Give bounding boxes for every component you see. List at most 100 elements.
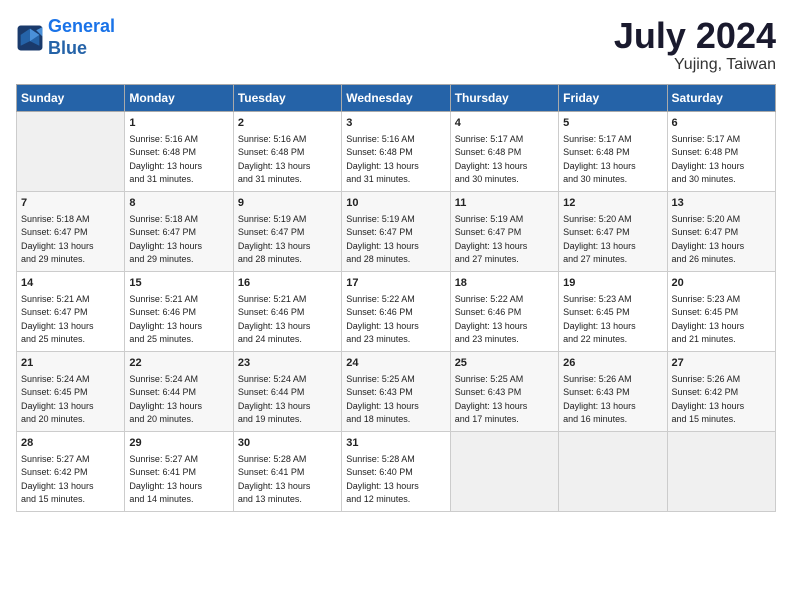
- calendar-table: SundayMondayTuesdayWednesdayThursdayFrid…: [16, 84, 776, 512]
- day-number: 27: [672, 356, 771, 371]
- title-block: July 2024 Yujing, Taiwan: [614, 16, 776, 74]
- calendar-cell: 20 Sunrise: 5:23 AMSunset: 6:45 PMDaylig…: [667, 271, 775, 351]
- calendar-week-row: 7 Sunrise: 5:18 AMSunset: 6:47 PMDayligh…: [17, 191, 776, 271]
- weekday-header-friday: Friday: [559, 84, 667, 111]
- day-info: Sunrise: 5:24 AMSunset: 6:45 PMDaylight:…: [21, 374, 94, 424]
- day-info: Sunrise: 5:26 AMSunset: 6:43 PMDaylight:…: [563, 374, 636, 424]
- day-info: Sunrise: 5:23 AMSunset: 6:45 PMDaylight:…: [672, 294, 745, 344]
- calendar-cell: 9 Sunrise: 5:19 AMSunset: 6:47 PMDayligh…: [233, 191, 341, 271]
- calendar-cell: 1 Sunrise: 5:16 AMSunset: 6:48 PMDayligh…: [125, 111, 233, 191]
- day-number: 23: [238, 356, 337, 371]
- day-number: 13: [672, 196, 771, 211]
- weekday-header-sunday: Sunday: [17, 84, 125, 111]
- day-info: Sunrise: 5:23 AMSunset: 6:45 PMDaylight:…: [563, 294, 636, 344]
- day-number: 19: [563, 276, 662, 291]
- day-info: Sunrise: 5:21 AMSunset: 6:47 PMDaylight:…: [21, 294, 94, 344]
- day-number: 14: [21, 276, 120, 291]
- weekday-header-wednesday: Wednesday: [342, 84, 450, 111]
- calendar-cell: 23 Sunrise: 5:24 AMSunset: 6:44 PMDaylig…: [233, 351, 341, 431]
- day-info: Sunrise: 5:19 AMSunset: 6:47 PMDaylight:…: [238, 214, 311, 264]
- day-number: 8: [129, 196, 228, 211]
- calendar-cell: 31 Sunrise: 5:28 AMSunset: 6:40 PMDaylig…: [342, 431, 450, 511]
- day-number: 26: [563, 356, 662, 371]
- day-number: 21: [21, 356, 120, 371]
- calendar-cell: 10 Sunrise: 5:19 AMSunset: 6:47 PMDaylig…: [342, 191, 450, 271]
- day-info: Sunrise: 5:18 AMSunset: 6:47 PMDaylight:…: [129, 214, 202, 264]
- day-number: 2: [238, 116, 337, 131]
- day-info: Sunrise: 5:22 AMSunset: 6:46 PMDaylight:…: [346, 294, 419, 344]
- location-subtitle: Yujing, Taiwan: [614, 56, 776, 74]
- day-number: 29: [129, 436, 228, 451]
- day-number: 30: [238, 436, 337, 451]
- calendar-cell: 2 Sunrise: 5:16 AMSunset: 6:48 PMDayligh…: [233, 111, 341, 191]
- day-info: Sunrise: 5:28 AMSunset: 6:41 PMDaylight:…: [238, 454, 311, 504]
- day-info: Sunrise: 5:25 AMSunset: 6:43 PMDaylight:…: [455, 374, 528, 424]
- calendar-cell: 7 Sunrise: 5:18 AMSunset: 6:47 PMDayligh…: [17, 191, 125, 271]
- day-info: Sunrise: 5:19 AMSunset: 6:47 PMDaylight:…: [455, 214, 528, 264]
- day-number: 15: [129, 276, 228, 291]
- logo-blue: Blue: [48, 38, 87, 58]
- day-info: Sunrise: 5:20 AMSunset: 6:47 PMDaylight:…: [563, 214, 636, 264]
- day-number: 1: [129, 116, 228, 131]
- day-number: 5: [563, 116, 662, 131]
- month-year-title: July 2024: [614, 16, 776, 56]
- page-header: General Blue July 2024 Yujing, Taiwan: [16, 16, 776, 74]
- day-number: 9: [238, 196, 337, 211]
- day-number: 12: [563, 196, 662, 211]
- day-info: Sunrise: 5:25 AMSunset: 6:43 PMDaylight:…: [346, 374, 419, 424]
- calendar-cell: 27 Sunrise: 5:26 AMSunset: 6:42 PMDaylig…: [667, 351, 775, 431]
- day-info: Sunrise: 5:22 AMSunset: 6:46 PMDaylight:…: [455, 294, 528, 344]
- day-info: Sunrise: 5:27 AMSunset: 6:42 PMDaylight:…: [21, 454, 94, 504]
- day-number: 3: [346, 116, 445, 131]
- day-number: 28: [21, 436, 120, 451]
- calendar-cell: [17, 111, 125, 191]
- day-number: 22: [129, 356, 228, 371]
- day-number: 10: [346, 196, 445, 211]
- day-info: Sunrise: 5:18 AMSunset: 6:47 PMDaylight:…: [21, 214, 94, 264]
- day-number: 18: [455, 276, 554, 291]
- calendar-header-row: SundayMondayTuesdayWednesdayThursdayFrid…: [17, 84, 776, 111]
- weekday-header-thursday: Thursday: [450, 84, 558, 111]
- calendar-cell: [450, 431, 558, 511]
- day-info: Sunrise: 5:16 AMSunset: 6:48 PMDaylight:…: [346, 134, 419, 184]
- calendar-cell: 16 Sunrise: 5:21 AMSunset: 6:46 PMDaylig…: [233, 271, 341, 351]
- day-number: 31: [346, 436, 445, 451]
- day-info: Sunrise: 5:24 AMSunset: 6:44 PMDaylight:…: [238, 374, 311, 424]
- calendar-cell: [559, 431, 667, 511]
- day-info: Sunrise: 5:21 AMSunset: 6:46 PMDaylight:…: [129, 294, 202, 344]
- calendar-week-row: 1 Sunrise: 5:16 AMSunset: 6:48 PMDayligh…: [17, 111, 776, 191]
- calendar-cell: 4 Sunrise: 5:17 AMSunset: 6:48 PMDayligh…: [450, 111, 558, 191]
- calendar-cell: 13 Sunrise: 5:20 AMSunset: 6:47 PMDaylig…: [667, 191, 775, 271]
- weekday-header-tuesday: Tuesday: [233, 84, 341, 111]
- day-number: 6: [672, 116, 771, 131]
- calendar-cell: 22 Sunrise: 5:24 AMSunset: 6:44 PMDaylig…: [125, 351, 233, 431]
- calendar-cell: 19 Sunrise: 5:23 AMSunset: 6:45 PMDaylig…: [559, 271, 667, 351]
- calendar-cell: 3 Sunrise: 5:16 AMSunset: 6:48 PMDayligh…: [342, 111, 450, 191]
- day-number: 7: [21, 196, 120, 211]
- weekday-header-monday: Monday: [125, 84, 233, 111]
- day-number: 17: [346, 276, 445, 291]
- day-number: 20: [672, 276, 771, 291]
- logo-general: General: [48, 16, 115, 36]
- day-number: 25: [455, 356, 554, 371]
- calendar-cell: 26 Sunrise: 5:26 AMSunset: 6:43 PMDaylig…: [559, 351, 667, 431]
- calendar-week-row: 28 Sunrise: 5:27 AMSunset: 6:42 PMDaylig…: [17, 431, 776, 511]
- day-info: Sunrise: 5:24 AMSunset: 6:44 PMDaylight:…: [129, 374, 202, 424]
- calendar-week-row: 21 Sunrise: 5:24 AMSunset: 6:45 PMDaylig…: [17, 351, 776, 431]
- calendar-cell: 30 Sunrise: 5:28 AMSunset: 6:41 PMDaylig…: [233, 431, 341, 511]
- calendar-body: 1 Sunrise: 5:16 AMSunset: 6:48 PMDayligh…: [17, 111, 776, 511]
- day-info: Sunrise: 5:17 AMSunset: 6:48 PMDaylight:…: [672, 134, 745, 184]
- day-number: 16: [238, 276, 337, 291]
- calendar-cell: 11 Sunrise: 5:19 AMSunset: 6:47 PMDaylig…: [450, 191, 558, 271]
- calendar-cell: 29 Sunrise: 5:27 AMSunset: 6:41 PMDaylig…: [125, 431, 233, 511]
- calendar-cell: 24 Sunrise: 5:25 AMSunset: 6:43 PMDaylig…: [342, 351, 450, 431]
- day-number: 24: [346, 356, 445, 371]
- calendar-cell: 6 Sunrise: 5:17 AMSunset: 6:48 PMDayligh…: [667, 111, 775, 191]
- calendar-cell: 17 Sunrise: 5:22 AMSunset: 6:46 PMDaylig…: [342, 271, 450, 351]
- day-number: 4: [455, 116, 554, 131]
- day-info: Sunrise: 5:19 AMSunset: 6:47 PMDaylight:…: [346, 214, 419, 264]
- calendar-cell: 8 Sunrise: 5:18 AMSunset: 6:47 PMDayligh…: [125, 191, 233, 271]
- calendar-week-row: 14 Sunrise: 5:21 AMSunset: 6:47 PMDaylig…: [17, 271, 776, 351]
- calendar-cell: 21 Sunrise: 5:24 AMSunset: 6:45 PMDaylig…: [17, 351, 125, 431]
- calendar-cell: 5 Sunrise: 5:17 AMSunset: 6:48 PMDayligh…: [559, 111, 667, 191]
